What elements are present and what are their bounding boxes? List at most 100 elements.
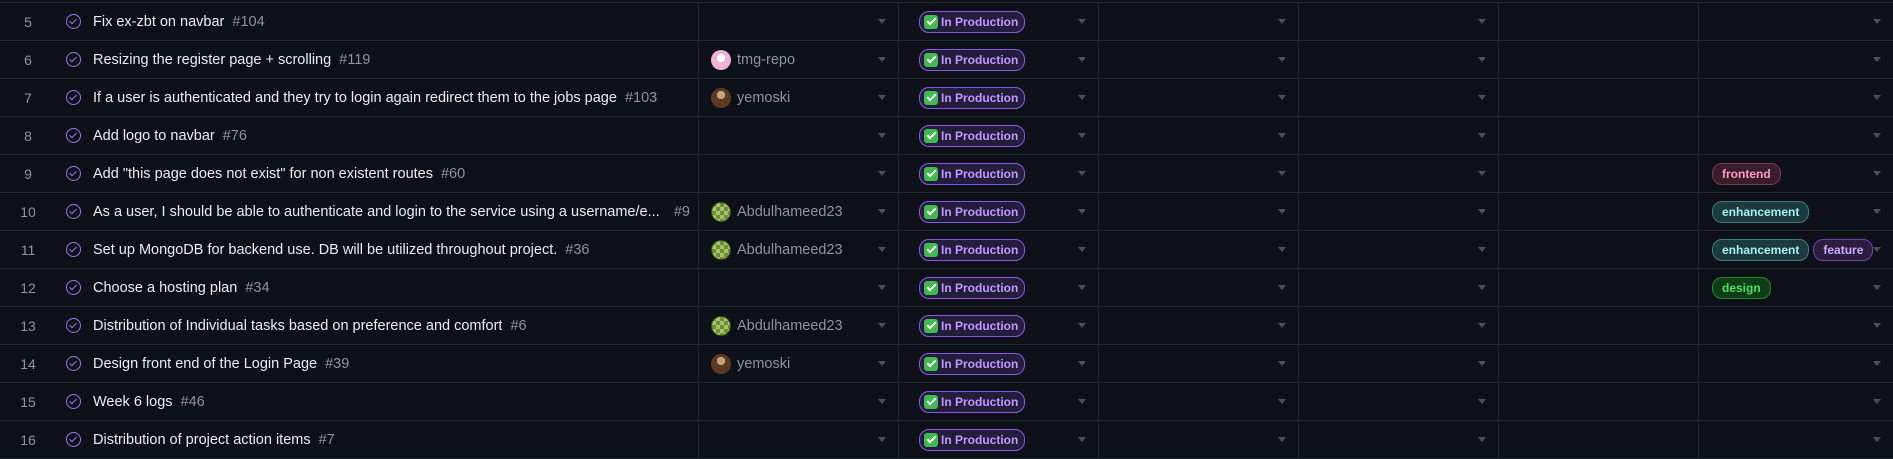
chevron-down-icon[interactable] [878,133,886,138]
chevron-down-icon[interactable] [1478,399,1486,404]
label-badge[interactable]: enhancement [1712,238,1810,261]
field-cell[interactable] [1299,231,1499,268]
table-row[interactable]: 5 Fix ex-zbt on navbar #104 In Productio… [0,2,1893,41]
labels-cell[interactable] [1699,79,1893,116]
chevron-down-icon[interactable] [1873,133,1881,138]
field-cell[interactable] [1299,193,1499,230]
chevron-down-icon[interactable] [1078,95,1086,100]
field-cell[interactable] [1499,307,1699,344]
title-cell[interactable]: Distribution of Individual tasks based o… [56,307,699,344]
field-cell[interactable] [1299,117,1499,154]
labels-cell[interactable] [1699,421,1893,458]
field-cell[interactable] [1299,41,1499,78]
issue-title-link[interactable]: As a user, I should be able to authentic… [93,204,660,220]
field-cell[interactable] [1499,383,1699,420]
chevron-down-icon[interactable] [1478,57,1486,62]
chevron-down-icon[interactable] [1278,57,1286,62]
chevron-down-icon[interactable] [1278,133,1286,138]
labels-cell[interactable] [1699,117,1893,154]
field-cell[interactable] [1099,383,1299,420]
chevron-down-icon[interactable] [1478,19,1486,24]
chevron-down-icon[interactable] [1078,133,1086,138]
status-badge[interactable]: In Production [919,48,1026,71]
labels-cell[interactable] [1699,307,1893,344]
issue-title-link[interactable]: Fix ex-zbt on navbar [93,14,224,30]
chevron-down-icon[interactable] [1478,285,1486,290]
chevron-down-icon[interactable] [1478,209,1486,214]
issue-title-link[interactable]: Add logo to navbar [93,128,215,144]
status-badge[interactable]: In Production [919,352,1026,375]
issue-title-link[interactable]: Design front end of the Login Page [93,356,317,372]
field-cell[interactable] [1499,79,1699,116]
assignee-name[interactable]: Abdulhameed23 [737,242,843,258]
field-cell[interactable] [1099,269,1299,306]
field-cell[interactable] [1099,41,1299,78]
title-cell[interactable]: Set up MongoDB for backend use. DB will … [56,231,699,268]
field-cell[interactable] [1299,3,1499,40]
field-cell[interactable] [1299,79,1499,116]
assignee-name[interactable]: yemoski [737,356,790,372]
chevron-down-icon[interactable] [1873,247,1881,252]
chevron-down-icon[interactable] [1278,19,1286,24]
status-cell[interactable]: In Production [899,193,1099,230]
chevron-down-icon[interactable] [1078,285,1086,290]
status-cell[interactable]: In Production [899,307,1099,344]
table-row[interactable]: 10 As a user, I should be able to authen… [0,193,1893,231]
chevron-down-icon[interactable] [878,399,886,404]
field-cell[interactable] [1299,269,1499,306]
chevron-down-icon[interactable] [1478,247,1486,252]
status-cell[interactable]: In Production [899,421,1099,458]
assignee-name[interactable]: Abdulhameed23 [737,318,843,334]
status-cell[interactable]: In Production [899,383,1099,420]
label-badge[interactable]: feature [1813,238,1874,261]
field-cell[interactable] [1099,193,1299,230]
title-cell[interactable]: Add logo to navbar #76 [56,117,699,154]
issue-title-link[interactable]: Set up MongoDB for backend use. DB will … [93,242,557,258]
status-badge[interactable]: In Production [919,428,1026,451]
chevron-down-icon[interactable] [1873,399,1881,404]
chevron-down-icon[interactable] [1873,323,1881,328]
field-cell[interactable] [1099,307,1299,344]
table-row[interactable]: 14 Design front end of the Login Page #3… [0,345,1893,383]
labels-cell[interactable] [1699,383,1893,420]
field-cell[interactable] [1099,117,1299,154]
label-badge[interactable]: design [1712,276,1771,299]
table-row[interactable]: 11 Set up MongoDB for backend use. DB wi… [0,231,1893,269]
assignee-cell[interactable] [699,117,899,154]
chevron-down-icon[interactable] [1078,323,1086,328]
table-row[interactable]: 9 Add "this page does not exist" for non… [0,155,1893,193]
status-badge[interactable]: In Production [919,314,1026,337]
label-badge[interactable]: frontend [1712,162,1781,185]
issue-title-link[interactable]: Choose a hosting plan [93,280,237,296]
chevron-down-icon[interactable] [878,171,886,176]
chevron-down-icon[interactable] [878,361,886,366]
table-row[interactable]: 8 Add logo to navbar #76 In Production [0,117,1893,155]
chevron-down-icon[interactable] [878,95,886,100]
field-cell[interactable] [1499,41,1699,78]
field-cell[interactable] [1499,231,1699,268]
chevron-down-icon[interactable] [1078,19,1086,24]
issue-title-link[interactable]: Distribution of project action items [93,432,311,448]
field-cell[interactable] [1099,231,1299,268]
title-cell[interactable]: Fix ex-zbt on navbar #104 [56,3,699,40]
chevron-down-icon[interactable] [1078,57,1086,62]
issue-title-link[interactable]: If a user is authenticated and they try … [93,90,617,106]
issue-title-link[interactable]: Distribution of Individual tasks based o… [93,318,502,334]
issue-title-link[interactable]: Add "this page does not exist" for non e… [93,166,433,182]
assignee-cell[interactable] [699,155,899,192]
chevron-down-icon[interactable] [1278,171,1286,176]
assignee-name[interactable]: tmg-repo [737,52,795,68]
chevron-down-icon[interactable] [1478,323,1486,328]
field-cell[interactable] [1499,269,1699,306]
table-row[interactable]: 7 If a user is authenticated and they tr… [0,79,1893,117]
chevron-down-icon[interactable] [1078,171,1086,176]
table-row[interactable]: 15 Week 6 logs #46 In Production [0,383,1893,421]
field-cell[interactable] [1499,345,1699,382]
chevron-down-icon[interactable] [1278,323,1286,328]
chevron-down-icon[interactable] [878,323,886,328]
status-badge[interactable]: In Production [919,238,1026,261]
labels-cell[interactable]: enhancement feature [1699,231,1893,268]
issue-title-link[interactable]: Week 6 logs [93,394,173,410]
chevron-down-icon[interactable] [1278,285,1286,290]
assignee-cell[interactable]: Abdulhameed23 [699,193,899,230]
